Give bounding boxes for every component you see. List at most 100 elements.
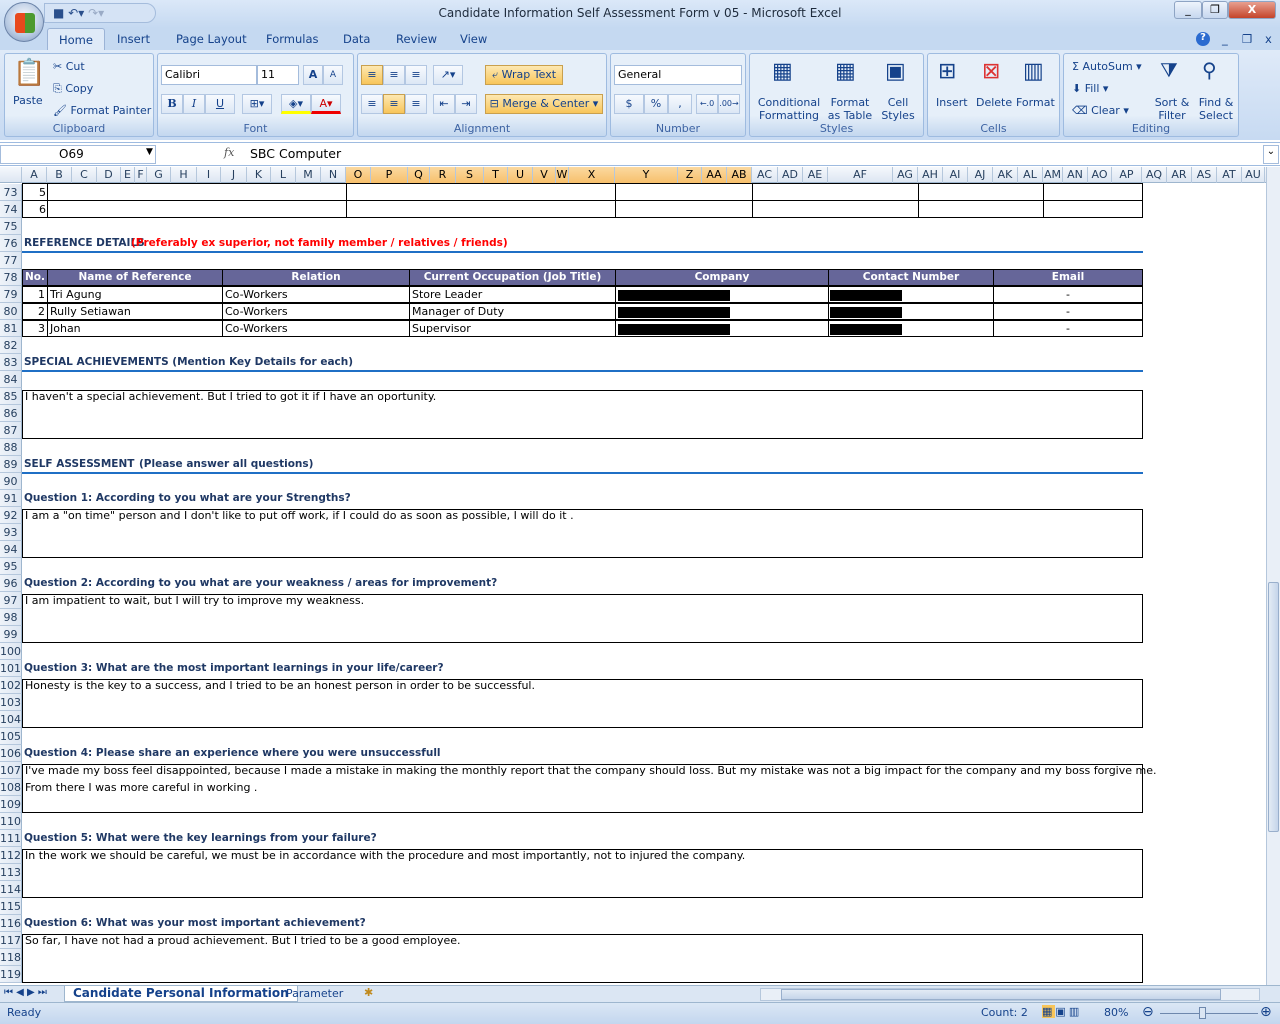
cell-styles-button[interactable]: Cell Styles: [878, 96, 918, 122]
column-header-P[interactable]: P: [371, 167, 408, 183]
row-header-107[interactable]: 107: [0, 762, 22, 779]
reference-cell[interactable]: -: [993, 320, 1143, 337]
row-header-88[interactable]: 88: [0, 439, 22, 456]
format-button[interactable]: Format: [1016, 96, 1055, 109]
row-header-115[interactable]: 115: [0, 898, 22, 915]
column-header-M[interactable]: M: [296, 167, 321, 183]
reference-cell[interactable]: 3: [22, 320, 48, 337]
view-buttons[interactable]: ▦▣▥: [1042, 1005, 1096, 1021]
reference-cell[interactable]: Co-Workers: [222, 286, 410, 303]
select-all-corner[interactable]: [0, 167, 22, 183]
row-header-99[interactable]: 99: [0, 626, 22, 643]
currency-button[interactable]: $: [614, 94, 644, 114]
row-header-106[interactable]: 106: [0, 745, 22, 762]
column-header-AJ[interactable]: AJ: [968, 167, 993, 183]
column-header-AA[interactable]: AA: [702, 167, 727, 183]
column-header-S[interactable]: S: [456, 167, 484, 183]
page-layout-view-icon[interactable]: ▣: [1055, 1005, 1068, 1018]
reference-cell[interactable]: -: [993, 303, 1143, 320]
conditional-formatting-button[interactable]: Conditional Formatting: [754, 96, 824, 122]
column-header-AT[interactable]: AT: [1217, 167, 1242, 183]
page-break-view-icon[interactable]: ▥: [1069, 1005, 1082, 1018]
row-number[interactable]: 5: [22, 184, 46, 201]
bold-button[interactable]: B: [161, 94, 183, 114]
row-header-111[interactable]: 111: [0, 830, 22, 847]
format-painter-button[interactable]: 🖌 Format Painter: [53, 104, 151, 117]
increase-indent-icon[interactable]: ⇥: [455, 94, 477, 114]
column-header-AN[interactable]: AN: [1063, 167, 1088, 183]
align-right-icon[interactable]: ≡: [405, 94, 427, 114]
align-middle-icon[interactable]: ≡: [383, 65, 405, 85]
column-header-AO[interactable]: AO: [1088, 167, 1112, 183]
column-header-AH[interactable]: AH: [918, 167, 943, 183]
zoom-slider[interactable]: [1160, 1013, 1258, 1014]
row-header-109[interactable]: 109: [0, 796, 22, 813]
underline-button[interactable]: U: [205, 94, 235, 114]
answer-2-text[interactable]: I am impatient to wait, but I will try t…: [25, 592, 364, 609]
reference-cell[interactable]: Rully Setiawan: [47, 303, 223, 320]
reference-cell[interactable]: Store Leader: [409, 286, 616, 303]
minimize-button[interactable]: _: [1174, 1, 1202, 19]
align-top-icon[interactable]: ≡: [361, 65, 383, 85]
row-header-85[interactable]: 85: [0, 388, 22, 405]
column-header-F[interactable]: F: [135, 167, 147, 183]
fill-button[interactable]: ⬇ Fill ▾: [1072, 82, 1108, 95]
help-icon[interactable]: ?: [1196, 32, 1210, 46]
answer-4-text[interactable]: I've made my boss feel disappointed, bec…: [25, 762, 1157, 779]
reference-details-title[interactable]: REFERENCE DETAILS: [24, 235, 145, 252]
tab-page-layout[interactable]: Page Layout: [176, 32, 247, 46]
font-size-select[interactable]: 11: [257, 65, 299, 85]
row-header-108[interactable]: 108: [0, 779, 22, 796]
percent-button[interactable]: %: [644, 94, 668, 114]
row-header-113[interactable]: 113: [0, 864, 22, 881]
reference-cell[interactable]: -: [993, 286, 1143, 303]
row-header-116[interactable]: 116: [0, 915, 22, 932]
tab-review[interactable]: Review: [396, 32, 437, 46]
office-button[interactable]: [4, 2, 44, 42]
increase-decimal-icon[interactable]: ←.0: [696, 94, 718, 114]
row-header-105[interactable]: 105: [0, 728, 22, 745]
row-header-87[interactable]: 87: [0, 422, 22, 439]
reference-cell[interactable]: Co-Workers: [222, 320, 410, 337]
decrease-indent-icon[interactable]: ⇤: [433, 94, 455, 114]
reference-cell[interactable]: Co-Workers: [222, 303, 410, 320]
insert-button[interactable]: Insert: [936, 96, 968, 109]
column-header-AD[interactable]: AD: [778, 167, 803, 183]
number-format-select[interactable]: General: [614, 65, 742, 85]
paste-button[interactable]: Paste: [13, 94, 43, 107]
workbook-minimize-button[interactable]: _: [1222, 32, 1228, 46]
font-name-select[interactable]: Calibri: [161, 65, 257, 85]
format-as-table-button[interactable]: Format as Table: [824, 96, 876, 122]
column-header-V[interactable]: V: [533, 167, 556, 183]
align-center-icon[interactable]: ≡: [383, 94, 405, 114]
row-header-77[interactable]: 77: [0, 252, 22, 269]
column-header-I[interactable]: I: [197, 167, 221, 183]
formula-input[interactable]: SBC Computer: [250, 146, 341, 161]
name-box[interactable]: O69: [0, 145, 156, 164]
row-header-118[interactable]: 118: [0, 949, 22, 966]
row-header-98[interactable]: 98: [0, 609, 22, 626]
zoom-slider-thumb[interactable]: [1198, 1007, 1206, 1019]
zoom-in-icon[interactable]: ⊕: [1260, 1004, 1272, 1020]
column-header-AM[interactable]: AM: [1043, 167, 1063, 183]
row-header-102[interactable]: 102: [0, 677, 22, 694]
row-header-79[interactable]: 79: [0, 286, 22, 303]
column-header-AE[interactable]: AE: [803, 167, 828, 183]
column-header-N[interactable]: N: [321, 167, 346, 183]
row-header-83[interactable]: 83: [0, 354, 22, 371]
column-header-X[interactable]: X: [569, 167, 615, 183]
tab-insert[interactable]: Insert: [117, 32, 150, 46]
column-header-O[interactable]: O: [346, 167, 371, 183]
row-header-75[interactable]: 75: [0, 218, 22, 235]
answer-4-text[interactable]: From there I was more careful in working…: [25, 779, 257, 796]
row-header-97[interactable]: 97: [0, 592, 22, 609]
row-header-93[interactable]: 93: [0, 524, 22, 541]
column-header-L[interactable]: L: [271, 167, 296, 183]
column-header-J[interactable]: J: [221, 167, 247, 183]
column-header-Y[interactable]: Y: [615, 167, 678, 183]
shrink-font-icon[interactable]: A: [323, 65, 343, 85]
column-header-AP[interactable]: AP: [1112, 167, 1142, 183]
column-header-A[interactable]: A: [22, 167, 47, 183]
row-header-73[interactable]: 73: [0, 184, 22, 201]
reference-cell[interactable]: Manager of Duty: [409, 303, 616, 320]
